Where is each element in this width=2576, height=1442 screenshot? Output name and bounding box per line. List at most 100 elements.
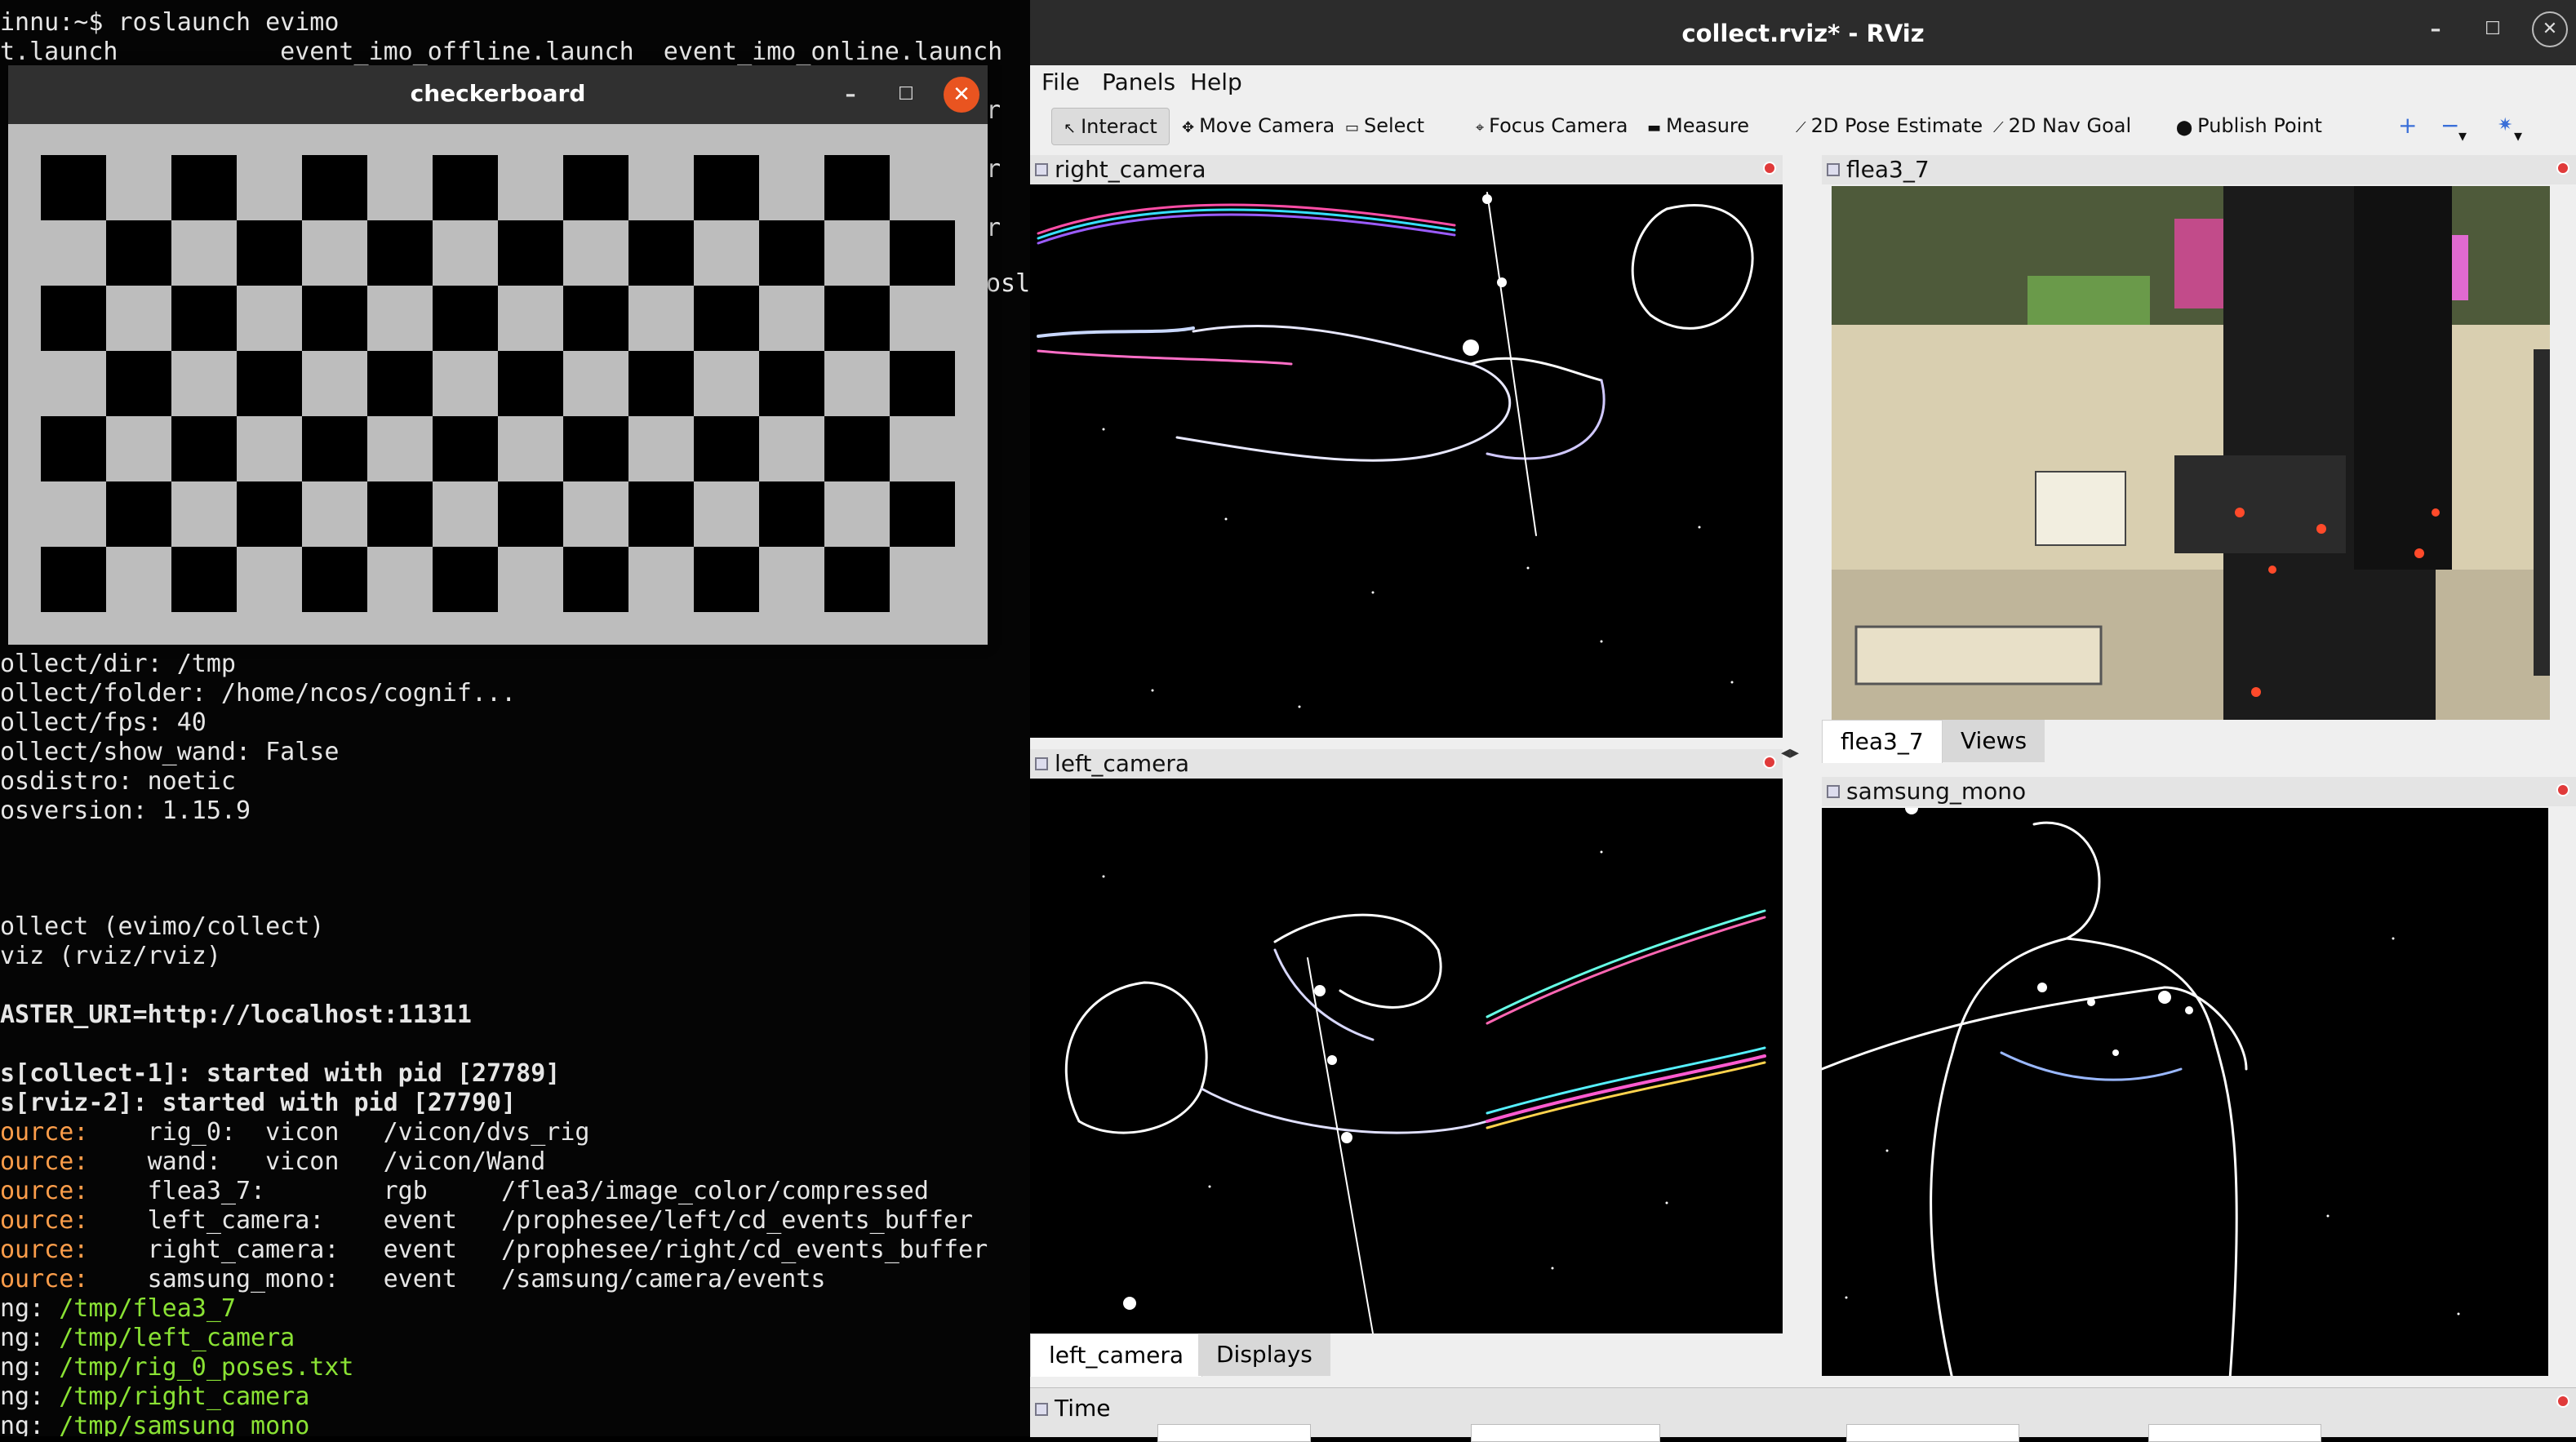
checkerboard-square: [41, 286, 106, 351]
menubar: File Panels Help: [1030, 65, 2576, 100]
remove-tool-icon[interactable]: −: [2441, 108, 2459, 144]
terminal-line: s[collect-1]: started with pid [27789]: [0, 1059, 561, 1088]
tool-label: 2D Nav Goal: [2008, 114, 2132, 137]
close-icon[interactable]: ✕: [944, 77, 979, 113]
menu-file[interactable]: File: [1042, 69, 1080, 95]
terminal-line-prefix: ource:: [0, 1265, 89, 1293]
right-camera-image: [1037, 192, 1754, 708]
terminal-fragment: osl: [986, 269, 1030, 298]
tool-move-camera[interactable]: ✥ Move Camera: [1182, 108, 1335, 144]
checkerboard-square: [498, 286, 563, 351]
tool-select[interactable]: ▭ Select: [1345, 108, 1424, 144]
toolbar: + − ▾ ✷ ▾ ↖ Interact ✥ Move Camera ▭ Select ⌖ F…: [1037, 103, 2569, 150]
checkerboard-square: [171, 351, 237, 416]
pin-icon[interactable]: [1827, 785, 1840, 798]
checkerboard-square: [759, 155, 824, 220]
close-icon[interactable]: [2556, 162, 2569, 175]
tool-focus-camera[interactable]: ⌖ Focus Camera: [1476, 108, 1628, 144]
checkerboard-square: [498, 416, 563, 481]
terminal-line: ng: /tmp/samsung_mono: [0, 1412, 309, 1436]
nav-goal-icon: ⟋: [1993, 119, 2004, 136]
pose-estimate-icon: ⟋: [1796, 119, 1806, 136]
panel-flea3-header[interactable]: flea3_7: [1822, 155, 2576, 184]
tab-displays[interactable]: Displays: [1198, 1333, 1330, 1376]
tool-interact[interactable]: ↖ Interact: [1051, 108, 1170, 145]
add-tool-icon[interactable]: +: [2398, 108, 2417, 144]
checkerboard-square: [237, 286, 302, 351]
checkerboard-square: [367, 416, 433, 481]
time-field[interactable]: [1471, 1424, 1660, 1442]
terminal-line: viz (rviz/rviz): [0, 942, 221, 970]
menu-help[interactable]: Help: [1190, 69, 1242, 95]
time-field[interactable]: [1846, 1424, 2019, 1442]
tool-2d-pose-estimate[interactable]: ⟋ 2D Pose Estimate: [1796, 108, 1983, 144]
checkerboard-square: [106, 220, 171, 286]
checkerboard-square: [171, 220, 237, 286]
panel-samsung-header[interactable]: samsung_mono: [1822, 777, 2576, 806]
chevron-down-icon[interactable]: ▾: [2514, 118, 2522, 153]
checkerboard-square: [694, 351, 759, 416]
left-camera-view[interactable]: [1030, 779, 1783, 1333]
pin-icon[interactable]: [1827, 163, 1840, 176]
panel-right-camera-title: right_camera: [1055, 156, 1206, 183]
terminal-line-prefix: ng:: [0, 1294, 60, 1323]
close-icon[interactable]: [2556, 783, 2569, 796]
tool-2d-nav-goal[interactable]: ⟋ 2D Nav Goal: [1993, 108, 2131, 144]
terminal-line: ng: /tmp/rig_0_poses.txt: [0, 1353, 353, 1382]
tab-left-camera[interactable]: left_camera: [1030, 1333, 1203, 1377]
panel-flea3-title: flea3_7: [1846, 156, 1930, 183]
checkerboard-square: [890, 351, 955, 416]
checkerboard-square: [302, 547, 367, 612]
pin-icon[interactable]: [1035, 757, 1048, 770]
flea3-view[interactable]: [1832, 186, 2550, 720]
checkerboard-square: [890, 547, 955, 612]
checkerboard-pattern: [41, 155, 955, 612]
close-icon[interactable]: [2556, 1395, 2569, 1408]
checkerboard-window: checkerboard – ☐ ✕: [8, 65, 988, 645]
close-icon[interactable]: [1763, 162, 1776, 175]
tool-measure[interactable]: ▬ Measure: [1647, 108, 1749, 144]
publish-point-icon: ⬤: [2176, 119, 2193, 136]
right-camera-view[interactable]: [1030, 184, 1783, 738]
time-field[interactable]: [1157, 1424, 1311, 1442]
tool-publish-point[interactable]: ⬤ Publish Point: [2176, 108, 2322, 144]
maximize-icon[interactable]: ☐: [888, 77, 924, 113]
checkerboard-square: [824, 351, 890, 416]
minimize-icon[interactable]: –: [2418, 11, 2454, 47]
terminal-line: s[rviz-2]: started with pid [27790]: [0, 1089, 517, 1117]
panel-right-camera-header[interactable]: right_camera: [1030, 155, 1783, 184]
terminal-line-prefix: ource:: [0, 1147, 89, 1176]
terminal-line-text: samsung_mono: event /samsung/camera/even…: [88, 1265, 826, 1293]
rviz-titlebar[interactable]: collect.rviz* - RViz – ☐ ✕: [1030, 0, 2576, 65]
close-icon[interactable]: ✕: [2532, 11, 2568, 47]
checkerboard-square: [367, 547, 433, 612]
tab-flea3[interactable]: flea3_7: [1822, 720, 1943, 763]
terminal-line: ollect/dir: /tmp: [0, 650, 236, 678]
checkerboard-square: [41, 351, 106, 416]
checkerboard-square: [237, 351, 302, 416]
pin-icon[interactable]: [1035, 163, 1048, 176]
chevron-down-icon[interactable]: ▾: [2458, 118, 2467, 153]
checkerboard-square: [433, 416, 498, 481]
samsung-view[interactable]: [1822, 808, 2548, 1376]
checkerboard-square: [759, 351, 824, 416]
time-field[interactable]: [2148, 1424, 2321, 1442]
menu-panels[interactable]: Panels: [1102, 69, 1175, 95]
checkerboard-square: [759, 547, 824, 612]
pin-icon[interactable]: [1035, 1403, 1048, 1416]
checkerboard-square: [628, 481, 694, 547]
close-icon[interactable]: [1763, 756, 1776, 769]
panel-left-camera-header[interactable]: left_camera: [1030, 749, 1783, 779]
checkerboard-square: [41, 481, 106, 547]
tool-label: Move Camera: [1199, 114, 1335, 137]
interact-icon: ↖: [1064, 120, 1077, 137]
checkerboard-square: [563, 351, 628, 416]
settings-icon[interactable]: ✷: [2498, 108, 2512, 144]
checkerboard-titlebar[interactable]: checkerboard – ☐ ✕: [8, 65, 988, 124]
checkerboard-square: [106, 547, 171, 612]
minimize-icon[interactable]: –: [833, 77, 868, 113]
tab-views[interactable]: Views: [1943, 720, 2045, 762]
splitter-handle-icon[interactable]: ◂▸: [1781, 743, 1799, 763]
maximize-icon[interactable]: ☐: [2475, 11, 2511, 47]
checkerboard-square: [628, 547, 694, 612]
